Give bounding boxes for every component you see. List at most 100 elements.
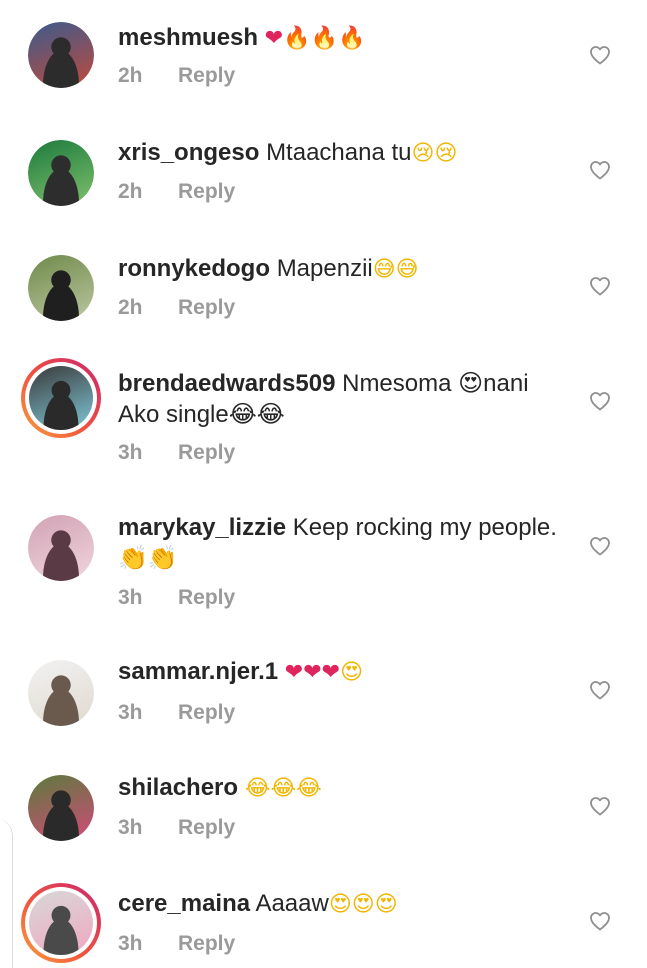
emoji-glyph: 🔥 bbox=[310, 26, 338, 51]
emoji-glyph: 😢 bbox=[411, 141, 435, 166]
emoji-glyph: ❤ bbox=[303, 660, 322, 685]
comment-username[interactable]: marykay_lizzie bbox=[118, 514, 286, 541]
avatar-image bbox=[28, 515, 94, 581]
comment-emoji: ❤❤❤😍 bbox=[285, 658, 363, 685]
emoji-glyph: 😍 bbox=[328, 892, 352, 917]
comment-body: meshmuesh ❤🔥🔥🔥 bbox=[118, 22, 568, 54]
comment-username[interactable]: meshmuesh bbox=[118, 24, 258, 51]
reply-button[interactable]: Reply bbox=[178, 701, 235, 724]
heart-outline-icon bbox=[590, 46, 610, 65]
heart-outline-icon bbox=[590, 277, 610, 296]
comment-username[interactable]: xris_ongeso bbox=[118, 139, 259, 166]
comment-emoji: 😍😍😍 bbox=[329, 890, 398, 917]
comment-timestamp: 2h bbox=[118, 296, 143, 319]
emoji-glyph: 😍 bbox=[374, 892, 398, 917]
comment-text: Aaaaw bbox=[255, 890, 329, 917]
emoji-glyph: 😂 bbox=[244, 776, 271, 801]
avatar-image bbox=[28, 660, 94, 726]
like-heart-icon[interactable] bbox=[588, 794, 612, 818]
reply-button[interactable]: Reply bbox=[178, 180, 235, 203]
comments-list: meshmuesh ❤🔥🔥🔥 2h Reply xris_ongeso Mtaacha… bbox=[0, 0, 647, 963]
avatar-image bbox=[28, 140, 94, 206]
like-heart-icon[interactable] bbox=[588, 678, 612, 702]
comment-emoji: ❤🔥🔥🔥 bbox=[265, 24, 366, 51]
comment-body: ronnykedogo Mapenzii😅😅 bbox=[118, 253, 568, 285]
heart-outline-icon bbox=[590, 912, 610, 931]
avatar[interactable] bbox=[28, 255, 94, 321]
avatar[interactable] bbox=[28, 515, 94, 581]
like-heart-icon[interactable] bbox=[588, 158, 612, 182]
comment-body: sammar.njer.1 ❤❤❤😍 bbox=[118, 656, 568, 688]
emoji-glyph: 😅 bbox=[395, 257, 419, 282]
emoji-glyph: 🔥 bbox=[337, 26, 366, 51]
comment-emoji: 😢😢 bbox=[412, 139, 458, 166]
comment-timestamp: 3h bbox=[118, 816, 143, 839]
avatar-image bbox=[28, 255, 94, 321]
comment-text: Mapenzii bbox=[276, 255, 373, 282]
comment-timestamp: 2h bbox=[118, 64, 143, 87]
like-heart-icon[interactable] bbox=[588, 909, 612, 933]
emoji-glyph: 😂 bbox=[296, 776, 322, 801]
avatar[interactable] bbox=[28, 22, 94, 88]
comment-timestamp: 2h bbox=[118, 180, 143, 203]
reply-button[interactable]: Reply bbox=[178, 64, 235, 87]
comment-timestamp: 3h bbox=[118, 932, 143, 955]
comment-meta: 3h Reply bbox=[118, 932, 235, 956]
emoji-glyph: 😍 bbox=[351, 892, 375, 917]
like-heart-icon[interactable] bbox=[588, 274, 612, 298]
comment-meta: 2h Reply bbox=[118, 180, 235, 204]
emoji-glyph: 😢 bbox=[434, 141, 458, 166]
comment-meta: 2h Reply bbox=[118, 296, 235, 320]
reply-button[interactable]: Reply bbox=[178, 296, 235, 319]
heart-outline-icon bbox=[590, 392, 610, 411]
heart-outline-icon bbox=[590, 161, 610, 180]
comment-emoji: 😂😂😂 bbox=[245, 774, 322, 801]
comment-body: xris_ongeso Mtaachana tu😢😢 bbox=[118, 137, 568, 169]
emoji-glyph: ❤ bbox=[284, 660, 304, 685]
comment-meta: 3h Reply bbox=[118, 816, 235, 840]
like-heart-icon[interactable] bbox=[588, 534, 612, 558]
reply-button[interactable]: Reply bbox=[178, 816, 235, 839]
emoji-glyph: ❤ bbox=[321, 660, 341, 685]
avatar[interactable] bbox=[21, 358, 101, 438]
comment-username[interactable]: ronnykedogo bbox=[118, 255, 270, 282]
avatar[interactable] bbox=[28, 140, 94, 206]
comment-emoji: 😅😅 bbox=[373, 255, 419, 282]
comment-text: Mtaachana tu bbox=[266, 139, 412, 166]
reply-button[interactable]: Reply bbox=[178, 932, 235, 955]
comment-meta: 2h Reply bbox=[118, 64, 235, 88]
comment-username[interactable]: shilachero bbox=[118, 774, 238, 801]
emoji-glyph: 😂 bbox=[270, 776, 297, 801]
heart-outline-icon bbox=[590, 681, 610, 700]
comment-meta: 3h Reply bbox=[118, 586, 235, 610]
like-heart-icon[interactable] bbox=[588, 389, 612, 413]
reply-button[interactable]: Reply bbox=[178, 586, 235, 609]
avatar-image bbox=[28, 775, 94, 841]
emoji-glyph: ❤ bbox=[264, 26, 284, 51]
comment-meta: 3h Reply bbox=[118, 441, 235, 465]
avatar-image bbox=[29, 366, 93, 430]
heart-outline-icon bbox=[590, 797, 610, 816]
comment-timestamp: 3h bbox=[118, 586, 143, 609]
avatar-image bbox=[29, 891, 93, 955]
comment-username[interactable]: cere_maina bbox=[118, 890, 250, 917]
avatar-story-ring bbox=[25, 887, 97, 959]
reply-button[interactable]: Reply bbox=[178, 441, 235, 464]
avatar[interactable] bbox=[21, 883, 101, 963]
heart-outline-icon bbox=[590, 537, 610, 556]
comment-username[interactable]: brendaedwards509 bbox=[118, 370, 335, 397]
comment-meta: 3h Reply bbox=[118, 701, 235, 725]
like-heart-icon[interactable] bbox=[588, 43, 612, 67]
comment-timestamp: 3h bbox=[118, 441, 143, 464]
emoji-glyph: 😅 bbox=[372, 257, 396, 282]
avatar[interactable] bbox=[28, 775, 94, 841]
emoji-glyph: 🔥 bbox=[283, 26, 311, 51]
comment-body: brendaedwards509 Nmesoma 😍nani Ako singl… bbox=[118, 368, 568, 430]
comment-body: cere_maina Aaaaw😍😍😍 bbox=[118, 888, 568, 920]
avatar-image bbox=[28, 22, 94, 88]
scroll-edge bbox=[0, 818, 13, 968]
avatar[interactable] bbox=[28, 660, 94, 726]
comment-body: marykay_lizzie Keep rocking my people.👏👏 bbox=[118, 512, 568, 574]
comment-timestamp: 3h bbox=[118, 701, 143, 724]
comment-username[interactable]: sammar.njer.1 bbox=[118, 658, 278, 685]
